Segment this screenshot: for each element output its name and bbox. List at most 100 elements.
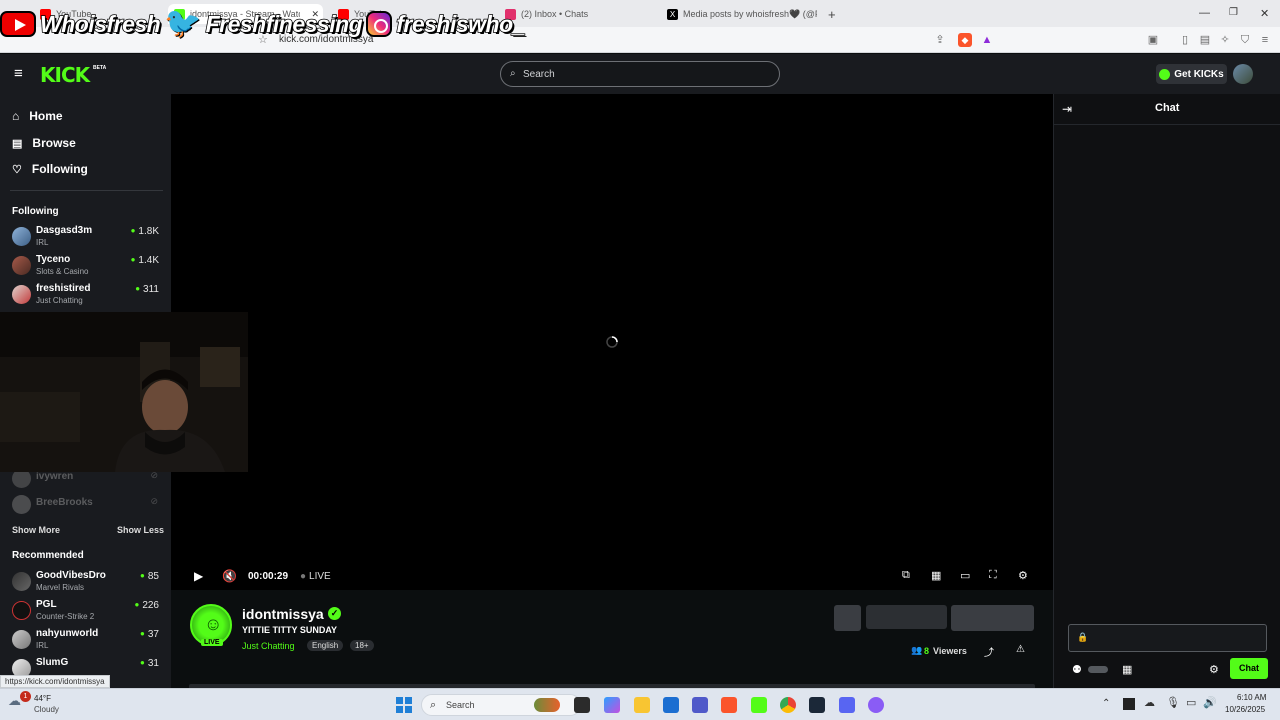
nav-following[interactable]: ♡ Following <box>12 162 88 176</box>
get-kicks-button[interactable]: Get KICKs <box>1156 64 1227 84</box>
reading-list-icon[interactable]: ▣ <box>1146 33 1160 47</box>
chat-settings-gear-icon[interactable]: ⚙ <box>1209 663 1219 676</box>
tab-instagram[interactable]: (2) Inbox • Chats <box>505 4 655 24</box>
clock-time[interactable]: 6:10 AM <box>1237 693 1266 702</box>
channel-avatar <box>12 256 31 275</box>
verified-badge-icon: ✓ <box>328 607 341 620</box>
overlay-youtube-handle: Whoisfresh <box>39 10 161 38</box>
video-player[interactable]: ▶ 🔇 00:00:29 ● LIVE ⧉ ▦ ▭ ⛶ ⚙ <box>171 94 1053 590</box>
miniplayer-icon[interactable]: ⧉ <box>902 569 910 582</box>
weather-alert-badge: 1 <box>20 691 31 702</box>
settings-gear-icon[interactable]: ⚙ <box>1018 569 1028 582</box>
tray-cloud-icon[interactable]: ☁ <box>1144 696 1155 709</box>
nav-label: Browse <box>32 136 76 150</box>
brave-rewards-icon[interactable]: ▲ <box>980 33 994 47</box>
clip-icon[interactable]: ▦ <box>931 569 941 582</box>
fullscreen-icon[interactable]: ⛶ <box>989 569 997 582</box>
viewer-count: 311 <box>135 284 159 295</box>
viewer-count: 1.4K <box>131 255 159 266</box>
collapse-chat-icon[interactable]: ⇥ <box>1062 102 1072 116</box>
search-icon: ⌕ <box>510 68 516 79</box>
channel-category: Slots & Casino <box>36 267 89 276</box>
tab-x[interactable]: X Media posts by whoisfresh🖤 (@Fre... <box>667 4 817 24</box>
nav-home[interactable]: ⌂ Home <box>12 109 63 123</box>
overlay-twitter-handle: Freshfinessing <box>205 10 364 38</box>
sidebar-toggle-icon[interactable]: ▯ <box>1178 33 1192 47</box>
share-icon[interactable]: ⤴ <box>984 644 994 659</box>
emote-icon[interactable]: ⚉ <box>1072 663 1082 676</box>
store-icon[interactable] <box>663 697 679 713</box>
share-icon[interactable]: ⇪ <box>933 33 947 47</box>
following-channel[interactable]: Dasgasd3m IRL 1.8K <box>12 225 162 251</box>
overlay-instagram-handle: freshiswho_ <box>395 10 526 38</box>
channel-name: ivywren <box>36 471 74 482</box>
discord-icon[interactable] <box>839 697 855 713</box>
volume-icon[interactable]: 🔊 <box>1203 696 1217 709</box>
clock-date[interactable]: 10/26/2025 <box>1225 705 1265 714</box>
recommended-section-title: Recommended <box>12 550 84 561</box>
live-label: LIVE <box>309 571 331 582</box>
brave-icon[interactable] <box>721 697 737 713</box>
chrome-icon[interactable] <box>780 697 796 713</box>
gift-button-placeholder[interactable] <box>866 605 947 629</box>
chevron-up-icon[interactable]: ⌃ <box>1102 698 1110 709</box>
new-tab-button[interactable]: + <box>828 4 840 24</box>
minimize-icon[interactable]: — <box>1199 7 1210 19</box>
chat-toggle-pill[interactable] <box>1088 666 1108 673</box>
steam-icon[interactable] <box>809 697 825 713</box>
offline-channel[interactable]: BreeBrooks ⊘ <box>12 493 162 519</box>
tag-chip[interactable]: English <box>307 640 344 651</box>
mute-icon[interactable]: 🔇 <box>222 569 237 583</box>
app-icon[interactable] <box>868 697 884 713</box>
following-channel[interactable]: Tyceno Slots & Casino 1.4K <box>12 254 162 280</box>
nav-browse[interactable]: ▤ Browse <box>12 136 76 150</box>
teams-icon[interactable] <box>692 697 708 713</box>
close-window-icon[interactable]: ✕ <box>1260 7 1269 20</box>
subscribe-button-placeholder[interactable] <box>951 605 1034 631</box>
show-more-button[interactable]: Show More <box>12 525 60 535</box>
wallet-icon[interactable]: ▤ <box>1198 33 1212 47</box>
webcam-image <box>0 312 248 472</box>
report-warning-icon[interactable]: ⚠ <box>1016 644 1025 655</box>
live-dot-icon: ● <box>300 571 307 582</box>
network-icon[interactable]: ▭ <box>1186 696 1196 709</box>
taskbar-search[interactable]: ⌕ Search <box>421 694 581 716</box>
tray-app-icon[interactable] <box>1123 698 1135 710</box>
brave-shield-icon[interactable]: ◆ <box>958 33 972 47</box>
kick-app-icon[interactable] <box>751 697 767 713</box>
search-highlight-icon <box>534 698 560 712</box>
chat-message-input[interactable]: 🔒 <box>1068 624 1267 652</box>
category-link[interactable]: Just Chatting <box>242 641 295 651</box>
task-view-icon[interactable] <box>574 697 590 713</box>
channel-name: Dasgasd3m <box>36 225 93 236</box>
chat-title: Chat <box>1155 102 1180 114</box>
menu-icon[interactable]: ≡ <box>1258 33 1272 47</box>
vpn-icon[interactable]: ⛉ <box>1238 33 1252 47</box>
recommended-channel[interactable]: nahyunworld IRL 37 <box>12 628 162 654</box>
file-explorer-icon[interactable] <box>634 697 650 713</box>
following-channel[interactable]: freshistired Just Chatting 311 <box>12 283 162 309</box>
offline-icon: ⊘ <box>150 496 158 506</box>
tag-chip[interactable]: 18+ <box>350 640 374 651</box>
channel-name: SlumG <box>36 657 69 668</box>
leo-ai-icon[interactable]: ✧ <box>1218 33 1232 47</box>
send-chat-button[interactable]: Chat <box>1230 658 1268 679</box>
hamburger-menu-icon[interactable]: ≡ <box>14 65 23 82</box>
theater-mode-icon[interactable]: ▭ <box>960 569 970 582</box>
live-indicator[interactable]: ● LIVE <box>300 571 331 582</box>
recommended-channel[interactable]: GoodVibesDro Marvel Rivals 85 <box>12 570 162 596</box>
kick-logo[interactable]: KICK <box>40 63 90 87</box>
play-icon[interactable]: ▶ <box>194 569 203 583</box>
microphone-icon[interactable]: 🎙 <box>1166 696 1180 709</box>
windows-start-icon[interactable] <box>396 697 412 713</box>
copilot-icon[interactable] <box>604 697 620 713</box>
user-avatar[interactable] <box>1233 64 1253 84</box>
maximize-icon[interactable]: ❐ <box>1229 7 1238 18</box>
follow-button-placeholder[interactable] <box>834 605 861 631</box>
store-icon[interactable]: ▦ <box>1122 663 1132 676</box>
recommended-channel[interactable]: PGL Counter-Strike 2 226 <box>12 599 162 625</box>
search-input[interactable]: ⌕ Search <box>500 61 780 87</box>
show-less-button[interactable]: Show Less <box>117 525 164 535</box>
channel-name[interactable]: idontmissya <box>242 606 324 622</box>
viewers-label: Viewers <box>933 646 967 656</box>
